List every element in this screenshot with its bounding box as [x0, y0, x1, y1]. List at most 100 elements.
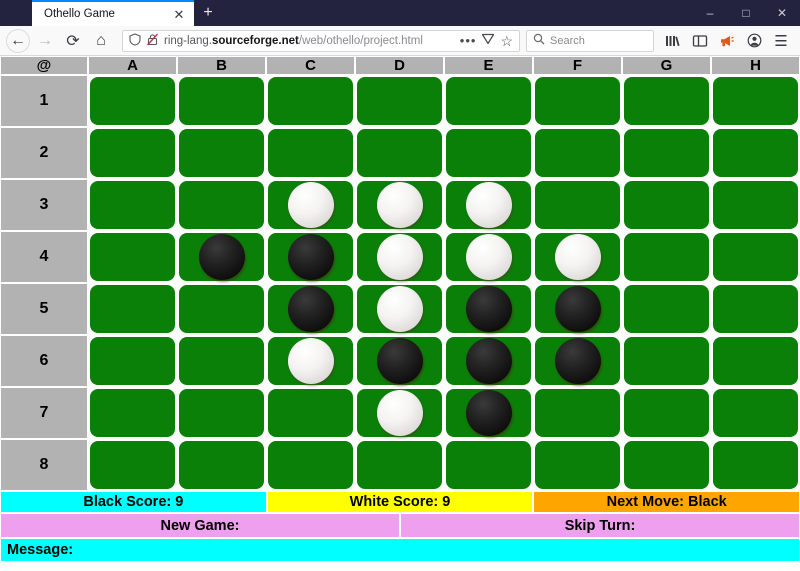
board-cell-F6[interactable] [533, 335, 622, 387]
black-disc [465, 390, 512, 436]
board-cell-H7[interactable] [711, 387, 800, 439]
board-cell-A8[interactable] [88, 439, 177, 491]
board-cell-E2[interactable] [444, 127, 533, 179]
board-cell-D1[interactable] [355, 75, 444, 127]
row-header-3: 3 [0, 179, 88, 231]
minimize-icon[interactable]: – [692, 0, 728, 26]
board-cell-F5[interactable] [533, 283, 622, 335]
board-cell-F8[interactable] [533, 439, 622, 491]
search-box[interactable]: Search [526, 29, 654, 52]
board-cell-G3[interactable] [622, 179, 711, 231]
board-cell-H1[interactable] [711, 75, 800, 127]
board-cell-D7[interactable] [355, 387, 444, 439]
board-cell-E3[interactable] [444, 179, 533, 231]
board-cell-E7[interactable] [444, 387, 533, 439]
board-cell-C2[interactable] [266, 127, 355, 179]
board-cell-A4[interactable] [88, 231, 177, 283]
board-cell-H6[interactable] [711, 335, 800, 387]
board-cell-B3[interactable] [177, 179, 266, 231]
board-cell-E1[interactable] [444, 75, 533, 127]
black-disc [554, 338, 601, 384]
board-cell-G2[interactable] [622, 127, 711, 179]
close-window-icon[interactable]: ✕ [764, 0, 800, 26]
account-icon[interactable] [741, 28, 767, 54]
board-cell-E8[interactable] [444, 439, 533, 491]
maximize-icon[interactable]: □ [728, 0, 764, 26]
board-cell-A2[interactable] [88, 127, 177, 179]
board-cell-F4[interactable] [533, 231, 622, 283]
board-cell-A3[interactable] [88, 179, 177, 231]
board-cell-F3[interactable] [533, 179, 622, 231]
search-icon [533, 33, 545, 48]
board-corner-label: @ [0, 56, 88, 75]
board-cell-C5[interactable] [266, 283, 355, 335]
board-cell-H8[interactable] [711, 439, 800, 491]
app-menu-icon[interactable]: ☰ [768, 28, 794, 54]
black-disc [198, 234, 245, 280]
black-disc [465, 286, 512, 332]
board-cell-D8[interactable] [355, 439, 444, 491]
board-cell-C1[interactable] [266, 75, 355, 127]
column-header-f: F [533, 56, 622, 75]
board-cell-A7[interactable] [88, 387, 177, 439]
board-row-4: 4 [0, 231, 800, 283]
board-cell-B5[interactable] [177, 283, 266, 335]
board-cell-A1[interactable] [88, 75, 177, 127]
bookmark-star-icon[interactable]: ☆ [500, 34, 513, 48]
board-cell-G1[interactable] [622, 75, 711, 127]
url-text: ring-lang.sourceforge.net/web/othello/pr… [164, 35, 455, 47]
column-header-g: G [622, 56, 711, 75]
board-cell-B2[interactable] [177, 127, 266, 179]
address-bar[interactable]: ring-lang.sourceforge.net/web/othello/pr… [122, 29, 520, 52]
othello-board: @ A B C D E F G H 12345678 [0, 56, 800, 491]
browser-tab-othello-game[interactable]: Othello Game ✕ [32, 0, 194, 26]
board-cell-C3[interactable] [266, 179, 355, 231]
sidebar-icon[interactable] [687, 28, 713, 54]
board-cell-G4[interactable] [622, 231, 711, 283]
library-icon[interactable] [660, 28, 686, 54]
board-cell-H2[interactable] [711, 127, 800, 179]
home-icon[interactable]: ⌂ [88, 28, 114, 54]
board-cell-D3[interactable] [355, 179, 444, 231]
board-cell-B7[interactable] [177, 387, 266, 439]
board-cell-A5[interactable] [88, 283, 177, 335]
new-game-button[interactable]: New Game: [0, 513, 400, 538]
board-cell-B6[interactable] [177, 335, 266, 387]
board-cell-F7[interactable] [533, 387, 622, 439]
megaphone-icon[interactable] [714, 28, 740, 54]
board-cell-F1[interactable] [533, 75, 622, 127]
board-cell-D5[interactable] [355, 283, 444, 335]
board-cell-E4[interactable] [444, 231, 533, 283]
url-prefix: ring-lang. [164, 34, 212, 47]
new-tab-icon[interactable]: + [194, 0, 222, 26]
board-cell-H5[interactable] [711, 283, 800, 335]
board-cell-E6[interactable] [444, 335, 533, 387]
board-cell-C6[interactable] [266, 335, 355, 387]
board-cell-H3[interactable] [711, 179, 800, 231]
board-cell-G7[interactable] [622, 387, 711, 439]
reader-mode-icon[interactable] [481, 32, 495, 49]
board-cell-G6[interactable] [622, 335, 711, 387]
back-icon[interactable]: ← [6, 28, 30, 53]
board-cell-D4[interactable] [355, 231, 444, 283]
board-cell-B1[interactable] [177, 75, 266, 127]
board-cell-G8[interactable] [622, 439, 711, 491]
page-actions-icon[interactable]: ••• [460, 33, 477, 48]
board-cell-B8[interactable] [177, 439, 266, 491]
board-cell-B4[interactable] [177, 231, 266, 283]
board-cell-C8[interactable] [266, 439, 355, 491]
board-cell-C4[interactable] [266, 231, 355, 283]
board-cell-A6[interactable] [88, 335, 177, 387]
board-cell-D6[interactable] [355, 335, 444, 387]
board-cell-F2[interactable] [533, 127, 622, 179]
board-cell-H4[interactable] [711, 231, 800, 283]
board-cell-E5[interactable] [444, 283, 533, 335]
reload-icon[interactable]: ⟳ [60, 28, 86, 54]
board-cell-C7[interactable] [266, 387, 355, 439]
row-header-1: 1 [0, 75, 88, 127]
skip-turn-button[interactable]: Skip Turn: [400, 513, 800, 538]
close-tab-icon[interactable]: ✕ [170, 5, 188, 23]
forward-icon[interactable]: → [32, 28, 58, 54]
board-cell-D2[interactable] [355, 127, 444, 179]
board-cell-G5[interactable] [622, 283, 711, 335]
